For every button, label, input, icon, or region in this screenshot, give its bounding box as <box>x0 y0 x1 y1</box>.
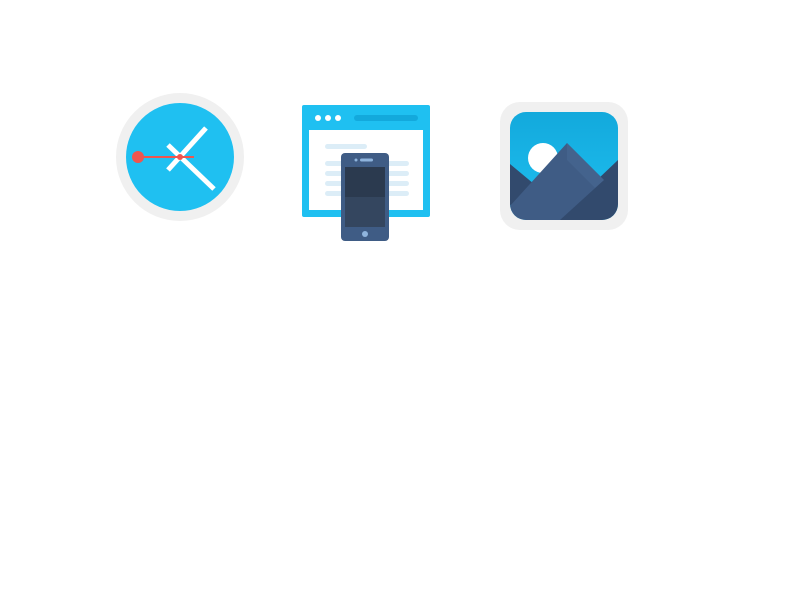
responsive-design-icon <box>300 103 432 243</box>
icon-showcase <box>0 0 800 600</box>
clock-icon <box>116 93 244 221</box>
image-gallery-icon <box>500 102 628 230</box>
